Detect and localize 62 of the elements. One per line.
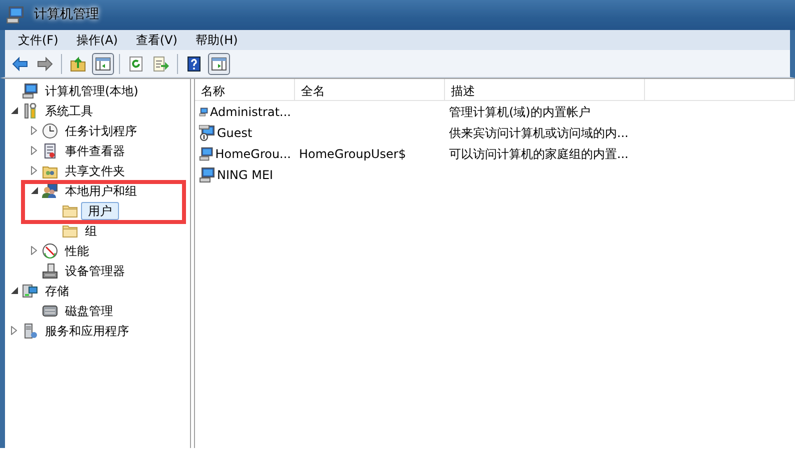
expand-arrow-icon[interactable] <box>31 246 37 256</box>
tree-item[interactable]: 计算机管理(本地) <box>41 82 142 100</box>
device-manager-icon <box>42 263 58 279</box>
menu-item[interactable]: 帮助(H) <box>186 31 247 49</box>
guest-user-icon <box>199 124 215 140</box>
tree-item[interactable]: 服务和应用程序 <box>41 322 133 340</box>
up-folder-icon <box>70 56 86 72</box>
table-cell-text: 供来宾访问计算机或访问域的内... <box>449 124 628 142</box>
expand-arrow-icon[interactable] <box>31 146 37 156</box>
computer-icon <box>22 83 38 99</box>
refresh-icon <box>128 56 144 72</box>
collapse-arrow-icon[interactable] <box>10 107 18 114</box>
table-cell-text: 管理计算机(域)的内置帐户 <box>449 104 590 120</box>
help-icon <box>186 56 202 72</box>
collapse-arrow-icon[interactable] <box>30 187 38 194</box>
console-tree-button[interactable] <box>92 52 114 74</box>
storage-icon <box>22 283 38 299</box>
expand-arrow-icon[interactable] <box>31 166 37 176</box>
user-icon <box>199 146 214 162</box>
user-name[interactable]: Administrat... <box>210 102 291 120</box>
tree-item[interactable]: 设备管理器 <box>61 262 129 280</box>
user-name[interactable]: HomeGrou... <box>215 144 291 162</box>
expand-arrow-icon[interactable] <box>11 326 17 336</box>
export-list-icon <box>153 56 169 72</box>
folder-icon <box>62 203 78 219</box>
column-header[interactable]: 描述 <box>445 79 645 100</box>
expand-arrow-icon[interactable] <box>31 126 37 136</box>
tree-item[interactable]: 系统工具 <box>41 102 97 120</box>
collapse-arrow-icon[interactable] <box>10 287 18 294</box>
tree-item[interactable]: 事件查看器 <box>61 142 129 160</box>
user-name[interactable]: NING MEI <box>217 166 274 184</box>
action-pane-icon <box>211 56 227 72</box>
table-cell-text: 可以访问计算机的家庭组的内置... <box>449 146 628 162</box>
tree-item[interactable]: 组 <box>81 222 101 240</box>
forward-icon <box>37 56 53 72</box>
table-cell-text: HomeGroupUser$ <box>299 146 406 162</box>
tree-item[interactable]: 存储 <box>41 282 73 300</box>
tree-item[interactable]: 性能 <box>61 242 93 260</box>
console-tree-icon <box>95 56 111 72</box>
tree-item[interactable]: 磁盘管理 <box>61 302 117 320</box>
clock-icon <box>42 123 58 139</box>
server-icon <box>22 323 38 339</box>
tree-item[interactable]: 共享文件夹 <box>61 162 129 180</box>
tree-item[interactable]: 本地用户和组 <box>61 182 141 200</box>
menu-item[interactable]: 文件(F) <box>9 31 68 49</box>
menu-item[interactable]: 查看(V) <box>126 31 186 49</box>
user-name[interactable]: Guest <box>217 124 252 142</box>
users-icon <box>42 183 58 199</box>
tree-item[interactable]: 任务计划程序 <box>61 122 141 140</box>
window-title: 计算机管理 <box>33 6 100 24</box>
gauge-icon <box>42 243 58 259</box>
tools-icon <box>22 103 38 119</box>
action-pane-button[interactable] <box>208 52 230 74</box>
column-header[interactable]: 全名 <box>295 79 445 100</box>
computer-icon <box>6 6 24 24</box>
back-icon <box>12 56 28 72</box>
folder-icon <box>62 223 78 239</box>
tree-item[interactable]: 用户 <box>81 202 119 220</box>
user-icon <box>199 166 215 182</box>
menu-item[interactable]: 操作(A) <box>67 31 127 49</box>
event-log-icon <box>42 143 58 159</box>
column-header[interactable]: 名称 <box>195 79 295 100</box>
